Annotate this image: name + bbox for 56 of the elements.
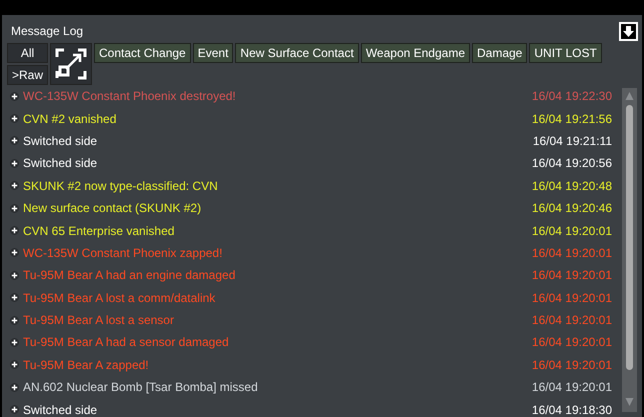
category-button[interactable]: Event <box>192 43 234 63</box>
download-icon[interactable] <box>619 22 638 40</box>
expand-icon[interactable] <box>10 338 19 347</box>
expand-icon[interactable] <box>10 158 19 168</box>
message-text: Tu-95M Bear A had a sensor damaged <box>23 335 230 350</box>
message-text: New surface contact (SKUNK #2) <box>23 201 202 216</box>
message-time: 16/04 19:20:01 <box>532 246 612 260</box>
message-time: 16/04 19:20:01 <box>532 313 612 328</box>
message-time: 16/04 19:21:56 <box>532 112 612 126</box>
expand-icon[interactable] <box>10 293 19 302</box>
message-time: 16/04 19:20:01 <box>532 380 612 394</box>
expand-icon[interactable] <box>10 136 19 146</box>
message-time: 16/04 19:20:01 <box>532 335 612 350</box>
message-text: Tu-95M Bear A lost a comm/datalink <box>23 290 216 305</box>
category-button[interactable]: Weapon Endgame <box>360 43 470 63</box>
category-button[interactable]: UNIT LOST <box>529 43 602 63</box>
expand-icon[interactable] <box>10 114 19 124</box>
message-text: WC-135W Constant Phoenix zapped! <box>23 246 224 260</box>
message-time: 16/04 19:20:01 <box>532 358 612 372</box>
expand-icon[interactable] <box>10 204 19 213</box>
category-button[interactable]: New Surface Contact <box>235 43 359 63</box>
fullscreen-button[interactable] <box>50 43 92 85</box>
category-button[interactable]: Damage <box>472 43 528 63</box>
expand-icon[interactable] <box>10 316 19 325</box>
expand-icon[interactable] <box>10 270 19 280</box>
message-time: 16/04 19:20:01 <box>532 290 612 305</box>
message-text: Switched side <box>23 156 98 170</box>
panel-title: Message Log <box>11 24 84 38</box>
message-time: 16/04 19:22:30 <box>532 89 612 104</box>
message-text: Tu-95M Bear A had an engine damaged <box>23 268 236 282</box>
category-button[interactable]: Contact Change <box>94 43 191 63</box>
expand-icon[interactable] <box>10 405 19 414</box>
expand-icon[interactable] <box>10 226 19 236</box>
message-time: 16/04 19:20:48 <box>532 178 612 193</box>
expand-icon[interactable] <box>10 92 19 101</box>
message-text: SKUNK #2 now type-classified: CVN <box>23 178 219 193</box>
message-text: AN.602 Nuclear Bomb [Tsar Bomba] missed <box>23 380 259 394</box>
message-text: Switched side <box>23 134 98 148</box>
expand-icon[interactable] <box>10 181 19 190</box>
filter-button[interactable]: >Raw <box>7 65 48 85</box>
message-text: WC-135W Constant Phoenix destroyed! <box>23 89 237 104</box>
message-time: 16/04 19:20:01 <box>532 268 612 282</box>
message-time: 16/04 19:20:56 <box>532 156 612 170</box>
message-time: 16/04 19:21:11 <box>532 134 612 148</box>
message-text: Tu-95M Bear A zapped! <box>23 358 150 372</box>
message-text: Switched side <box>23 402 98 417</box>
message-time: 16/04 19:20:01 <box>532 224 612 238</box>
expand-icon[interactable] <box>10 248 19 258</box>
message-time: 16/04 19:20:46 <box>532 201 612 216</box>
message-text: Tu-95M Bear A lost a sensor <box>23 313 175 328</box>
expand-icon[interactable] <box>10 382 19 392</box>
message-text: CVN #2 vanished <box>23 112 118 126</box>
expand-icon[interactable] <box>10 360 19 370</box>
message-time: 16/04 19:18:30 <box>532 402 612 417</box>
filter-button[interactable]: All <box>7 43 48 63</box>
message-text: CVN 65 Enterprise vanished <box>23 224 176 238</box>
